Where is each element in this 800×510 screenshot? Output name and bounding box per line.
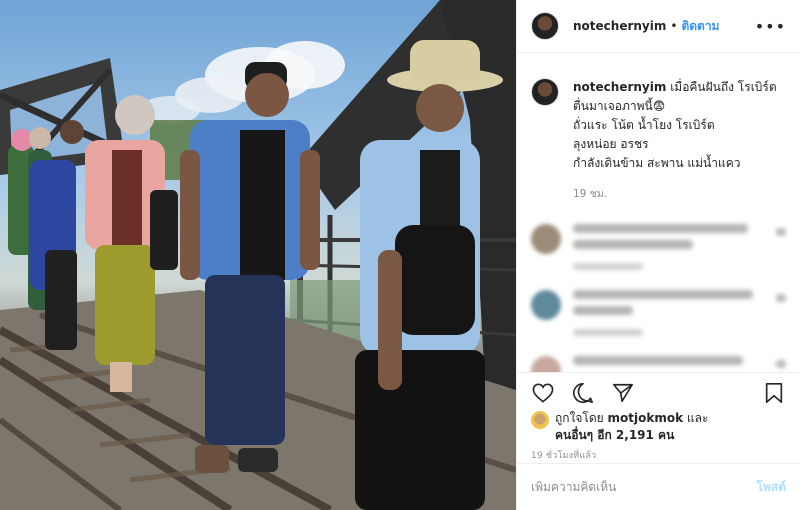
caption-line: เมื่อคืนฝันถึง โรเบิร์ต: [670, 80, 777, 94]
heart-icon[interactable]: [531, 381, 555, 405]
share-icon[interactable]: [611, 381, 635, 405]
bookmark-icon[interactable]: [762, 381, 786, 405]
comments-list[interactable]: notechernyim เมื่อคืนฝันถึง โรเบิร์ต ตื่…: [517, 54, 800, 372]
blurred-heart-icon: [776, 228, 786, 236]
bridge-scene-image: [0, 0, 516, 510]
separator-dot: •: [670, 19, 678, 33]
blurred-heart-icon: [776, 360, 786, 368]
caption-line: กำลังเดินข้าม สะพาน แม่น้ำแคว: [573, 156, 741, 170]
caption-line: ลุงหน่อย อรชร: [573, 137, 649, 151]
post-timestamp[interactable]: 19 ชั่วโมงที่แล้ว: [531, 448, 596, 462]
liked-by-prefix: ถูกใจโดย: [555, 411, 604, 425]
blurred-comment: [531, 224, 786, 270]
caption-body: notechernyim เมื่อคืนฝันถึง โรเบิร์ต ตื่…: [573, 78, 777, 204]
caption-avatar[interactable]: [531, 78, 559, 106]
caption-time: 19 ชม.: [573, 188, 608, 200]
post-side-panel: notechernyim • ติดตาม ••• notechernyim เ…: [516, 0, 800, 510]
post-comment-button[interactable]: โพสต์: [757, 478, 786, 497]
blurred-avatar: [531, 356, 561, 372]
add-comment-bar: โพสต์: [517, 463, 800, 510]
caption-username[interactable]: notechernyim: [573, 80, 666, 94]
liker-avatar[interactable]: [531, 411, 549, 429]
follow-button[interactable]: ติดตาม: [681, 17, 719, 36]
post-photo[interactable]: [0, 0, 516, 510]
caption-line: ตื่นมาเจอภาพนี้😨: [573, 99, 666, 113]
post-header: notechernyim • ติดตาม •••: [517, 0, 800, 53]
blurred-avatar: [531, 224, 561, 254]
comment-icon[interactable]: [571, 381, 595, 405]
blurred-comment: [531, 356, 786, 372]
instagram-post: notechernyim • ติดตาม ••• notechernyim เ…: [0, 0, 800, 510]
action-bar: [517, 372, 800, 412]
blurred-avatar: [531, 290, 561, 320]
blurred-heart-icon: [776, 294, 786, 302]
blurred-comment: [531, 290, 786, 336]
username-link[interactable]: notechernyim: [573, 19, 666, 33]
likes-summary: ถูกใจโดย motjokmok และ คนอื่นๆ อีก 2,191…: [531, 410, 786, 444]
likes-and: และ: [686, 411, 709, 425]
caption: notechernyim เมื่อคืนฝันถึง โรเบิร์ต ตื่…: [531, 78, 786, 204]
more-options-icon[interactable]: •••: [755, 17, 786, 36]
user-avatar[interactable]: [531, 12, 559, 40]
comment-input[interactable]: [531, 480, 757, 494]
likes-others-link[interactable]: คนอื่นๆ อีก 2,191 คน: [555, 428, 674, 442]
caption-line: ถั่วแระ โน้ต น้ำโยง โรเบิร์ต: [573, 118, 715, 132]
liker-username[interactable]: motjokmok: [608, 411, 684, 425]
